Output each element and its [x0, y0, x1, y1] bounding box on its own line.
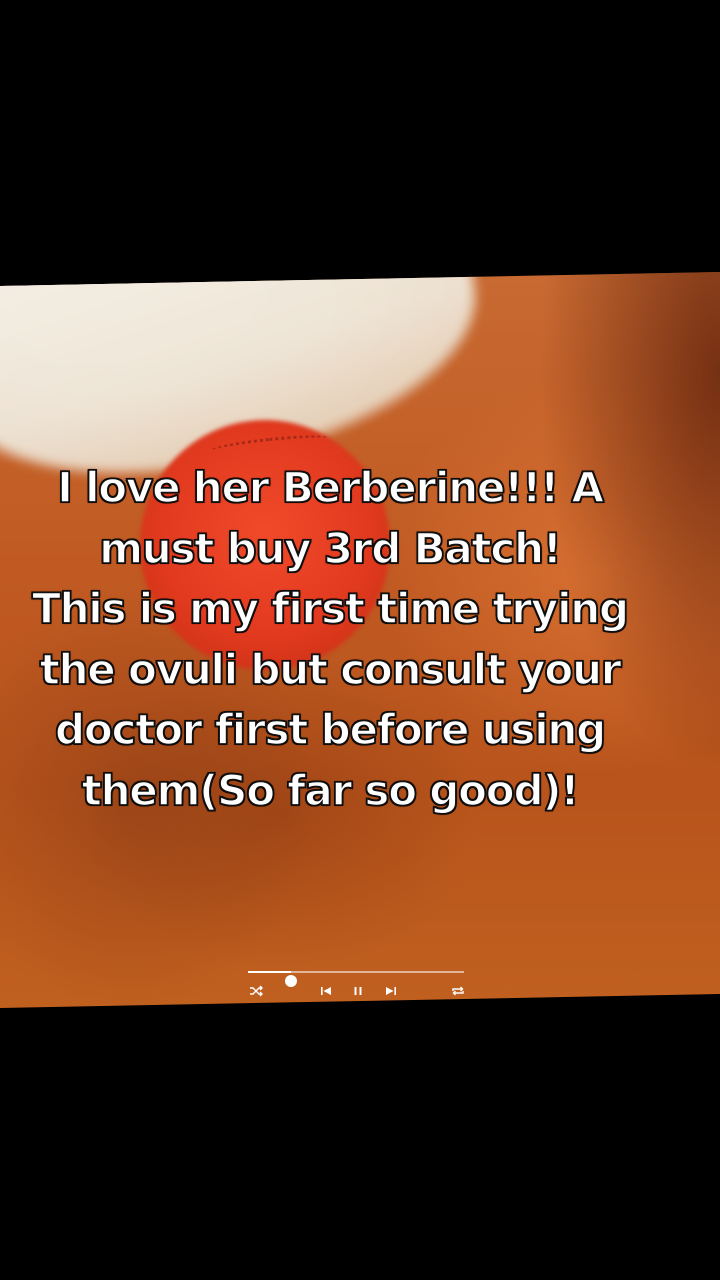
- progress-knob[interactable]: [285, 975, 298, 987]
- video-stage: I love her Berberine!!! A must buy 3rd B…: [0, 0, 720, 1280]
- caption-line: I love her Berberine!!! A: [56, 462, 604, 512]
- media-player-controls: [248, 962, 464, 1002]
- caption-line: doctor first before using: [54, 704, 607, 754]
- caption-line: them(So far so good)!: [81, 765, 580, 815]
- next-icon[interactable]: [383, 983, 399, 999]
- progress-fill: [248, 971, 292, 973]
- previous-icon[interactable]: [318, 983, 334, 999]
- shuffle-icon[interactable]: [248, 983, 264, 999]
- caption-line: the ovuli but consult your: [39, 644, 622, 694]
- pause-icon[interactable]: [350, 983, 366, 999]
- caption-line: This is my first time trying: [31, 583, 629, 633]
- repeat-icon[interactable]: [450, 983, 466, 999]
- caption-overlay: I love her Berberine!!! A must buy 3rd B…: [0, 458, 660, 821]
- caption-line: must buy 3rd Batch!: [98, 523, 562, 573]
- progress-bar[interactable]: [248, 971, 464, 987]
